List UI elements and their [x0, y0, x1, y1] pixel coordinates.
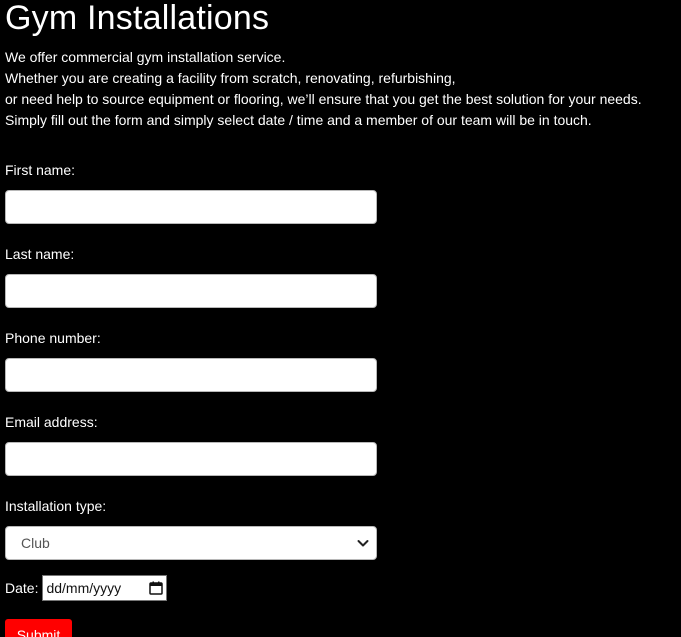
chevron-down-icon [357, 540, 369, 547]
phone-label: Phone number: [5, 330, 101, 346]
intro-line-3: or need help to source equipment or floo… [5, 91, 642, 107]
intro-line-1: We offer commercial gym installation ser… [5, 49, 286, 65]
installation-type-select[interactable]: Club [5, 526, 377, 560]
first-name-input[interactable] [5, 190, 377, 224]
date-group: Date: dd/mm/yyyy [5, 575, 675, 601]
last-name-group: Last name: [5, 245, 675, 308]
installation-form: First name: Last name: Phone number: Ema… [5, 161, 675, 637]
email-label: Email address: [5, 414, 98, 430]
date-label: Date: [5, 580, 39, 596]
installation-type-group: Installation type: Club [5, 497, 675, 560]
page-container: Gym Installations We offer commercial gy… [5, 0, 675, 637]
submit-button[interactable]: Submit [5, 619, 72, 637]
calendar-icon[interactable] [149, 581, 164, 595]
date-input[interactable]: dd/mm/yyyy [42, 575, 168, 601]
last-name-label: Last name: [5, 246, 75, 262]
page-title: Gym Installations [5, 0, 270, 37]
first-name-label: First name: [5, 162, 76, 178]
installation-type-value: Club [21, 535, 50, 551]
intro-line-2: Whether you are creating a facility from… [5, 70, 456, 86]
phone-group: Phone number: [5, 329, 675, 392]
installation-type-label: Installation type: [5, 498, 107, 514]
email-input[interactable] [5, 442, 377, 476]
first-name-group: First name: [5, 161, 675, 224]
email-group: Email address: [5, 413, 675, 476]
phone-input[interactable] [5, 358, 377, 392]
intro-text: We offer commercial gym installation ser… [5, 47, 675, 131]
intro-line-4: Simply fill out the form and simply sele… [5, 112, 592, 128]
last-name-input[interactable] [5, 274, 377, 308]
date-placeholder: dd/mm/yyyy [46, 580, 122, 596]
